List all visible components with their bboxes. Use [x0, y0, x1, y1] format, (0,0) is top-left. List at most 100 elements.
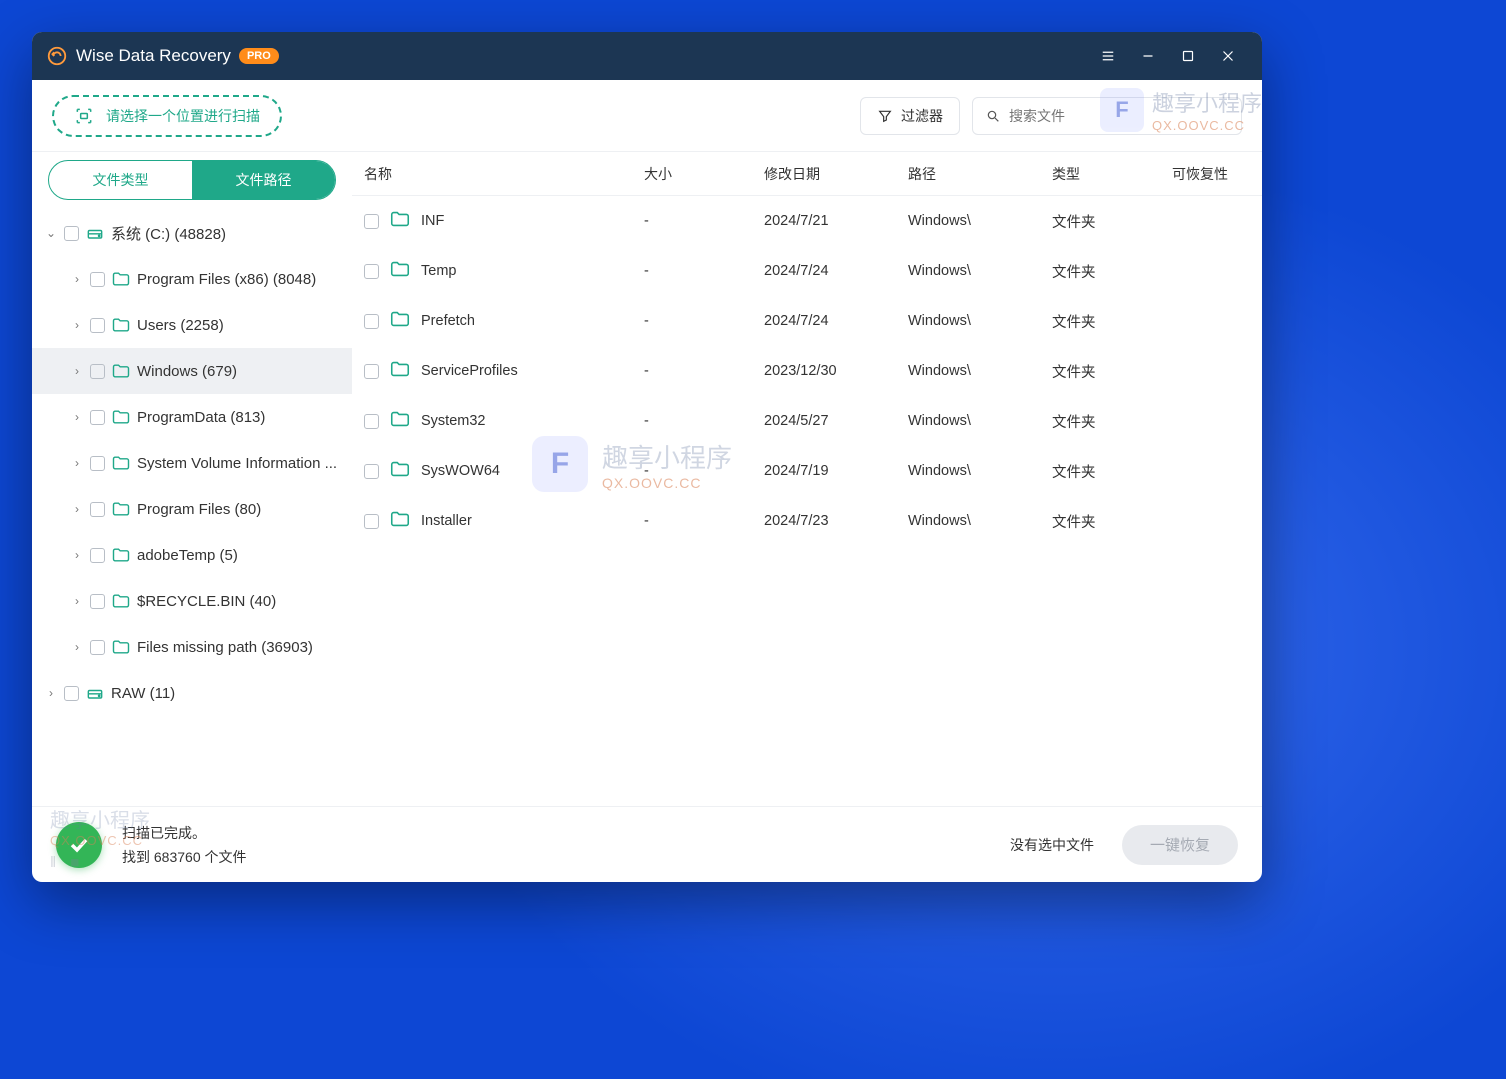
- file-name: Temp: [421, 263, 456, 279]
- menu-button[interactable]: [1088, 32, 1128, 80]
- file-date: 2024/7/19: [764, 463, 908, 479]
- chevron-right-icon[interactable]: ›: [70, 502, 84, 516]
- tree-item[interactable]: › adobeTemp (5): [32, 532, 352, 578]
- minimize-button[interactable]: [1128, 32, 1168, 80]
- chevron-right-icon[interactable]: ›: [70, 318, 84, 332]
- column-headers: 名称 大小 修改日期 路径 类型 可恢复性: [352, 152, 1262, 196]
- checkbox[interactable]: [364, 264, 379, 279]
- tab-file-path[interactable]: 文件路径: [192, 161, 335, 199]
- tree-item[interactable]: ›System Volume Information ...: [32, 440, 352, 486]
- checkbox[interactable]: [90, 272, 105, 287]
- tree-item-label: Windows (679): [137, 363, 237, 380]
- col-date[interactable]: 修改日期: [764, 164, 908, 184]
- tree-item[interactable]: › RAW (11): [32, 670, 352, 716]
- checkbox[interactable]: [90, 594, 105, 609]
- tree-item[interactable]: › ProgramData (813): [32, 394, 352, 440]
- checkbox[interactable]: [64, 686, 79, 701]
- checkbox[interactable]: [364, 214, 379, 229]
- file-date: 2024/7/23: [764, 513, 908, 529]
- checkbox[interactable]: [90, 502, 105, 517]
- chevron-down-icon[interactable]: ⌄: [44, 226, 58, 240]
- folder-icon: [111, 545, 131, 565]
- search-box[interactable]: [972, 97, 1242, 135]
- chevron-right-icon[interactable]: ›: [44, 686, 58, 700]
- checkbox[interactable]: [364, 414, 379, 429]
- file-type: 文件夹: [1052, 261, 1172, 282]
- folder-icon: [111, 499, 131, 519]
- col-size[interactable]: 大小: [644, 164, 764, 184]
- file-name: INF: [421, 213, 444, 229]
- table-row[interactable]: SysWOW64-2024/7/19Windows\文件夹: [352, 446, 1262, 496]
- checkbox[interactable]: [90, 640, 105, 655]
- table-row[interactable]: INF-2024/7/21Windows\文件夹: [352, 196, 1262, 246]
- table-row[interactable]: ServiceProfiles-2023/12/30Windows\文件夹: [352, 346, 1262, 396]
- checkbox[interactable]: [364, 314, 379, 329]
- tree-item[interactable]: › Program Files (x86) (8048): [32, 256, 352, 302]
- folder-icon: [389, 258, 411, 284]
- chevron-right-icon[interactable]: ›: [70, 548, 84, 562]
- tab-file-type[interactable]: 文件类型: [49, 161, 192, 199]
- file-size: -: [644, 263, 764, 279]
- folder-icon: [111, 269, 131, 289]
- file-path: Windows\: [908, 413, 1052, 429]
- file-path: Windows\: [908, 263, 1052, 279]
- checkbox[interactable]: [90, 364, 105, 379]
- checkbox[interactable]: [364, 514, 379, 529]
- table-row[interactable]: System32-2024/5/27Windows\文件夹: [352, 396, 1262, 446]
- checkbox[interactable]: [90, 456, 105, 471]
- table-row[interactable]: Prefetch-2024/7/24Windows\文件夹: [352, 296, 1262, 346]
- table-row[interactable]: Installer-2024/7/23Windows\文件夹: [352, 496, 1262, 546]
- file-list: 名称 大小 修改日期 路径 类型 可恢复性 INF-2024/7/21Windo…: [352, 152, 1262, 806]
- folder-icon: [111, 637, 131, 657]
- checkbox[interactable]: [364, 464, 379, 479]
- search-input[interactable]: [1009, 108, 1229, 124]
- file-path: Windows\: [908, 463, 1052, 479]
- tree-item[interactable]: ›$RECYCLE.BIN (40): [32, 578, 352, 624]
- main-area: 文件类型 文件路径 ⌄系统 (C:) (48828)›Program Files…: [32, 152, 1262, 806]
- col-type[interactable]: 类型: [1052, 164, 1172, 184]
- table-row[interactable]: Temp-2024/7/24Windows\文件夹: [352, 246, 1262, 296]
- checkbox[interactable]: [64, 226, 79, 241]
- statusbar: 扫描已完成。 找到 683760 个文件 没有选中文件 一键恢复: [32, 806, 1262, 882]
- tree-item[interactable]: ›Program Files (80): [32, 486, 352, 532]
- tree-item[interactable]: ›Users (2258): [32, 302, 352, 348]
- checkbox[interactable]: [90, 410, 105, 425]
- tree-item[interactable]: ⌄系统 (C:) (48828): [32, 210, 352, 256]
- tree-item-label: ProgramData (813): [137, 409, 265, 426]
- col-name[interactable]: 名称: [364, 164, 644, 184]
- tree-item[interactable]: › Windows (679): [32, 348, 352, 394]
- tree-item-label: Program Files (x86) (8048): [137, 271, 316, 288]
- chevron-right-icon[interactable]: ›: [70, 456, 84, 470]
- col-path[interactable]: 路径: [908, 164, 1052, 184]
- pro-badge: PRO: [239, 48, 279, 64]
- checkbox[interactable]: [90, 548, 105, 563]
- chevron-right-icon[interactable]: ›: [70, 640, 84, 654]
- chevron-right-icon[interactable]: ›: [70, 272, 84, 286]
- folder-icon: [389, 458, 411, 484]
- file-name: ServiceProfiles: [421, 363, 518, 379]
- recover-button[interactable]: 一键恢复: [1122, 825, 1238, 865]
- folder-icon: [111, 361, 131, 381]
- status-line2: 找到 683760 个文件: [122, 847, 247, 867]
- chevron-right-icon[interactable]: ›: [70, 594, 84, 608]
- file-size: -: [644, 213, 764, 229]
- tree-item-label: RAW (11): [111, 685, 175, 702]
- checkbox[interactable]: [90, 318, 105, 333]
- toolbar: 请选择一个位置进行扫描 过滤器: [32, 80, 1262, 152]
- filter-button[interactable]: 过滤器: [860, 97, 960, 135]
- col-recoverability[interactable]: 可恢复性: [1172, 164, 1262, 184]
- maximize-button[interactable]: [1168, 32, 1208, 80]
- file-path: Windows\: [908, 313, 1052, 329]
- tree-item-label: adobeTemp (5): [137, 547, 238, 564]
- close-button[interactable]: [1208, 32, 1248, 80]
- chevron-right-icon[interactable]: ›: [70, 410, 84, 424]
- file-type: 文件夹: [1052, 411, 1172, 432]
- checkbox[interactable]: [364, 364, 379, 379]
- folder-icon: [111, 407, 131, 427]
- chevron-right-icon[interactable]: ›: [70, 364, 84, 378]
- file-rows: INF-2024/7/21Windows\文件夹Temp-2024/7/24Wi…: [352, 196, 1262, 806]
- tree-item[interactable]: ›Files missing path (36903): [32, 624, 352, 670]
- app-logo-icon: [46, 45, 68, 67]
- scan-location-button[interactable]: 请选择一个位置进行扫描: [52, 95, 282, 137]
- success-check-icon: [56, 822, 102, 868]
